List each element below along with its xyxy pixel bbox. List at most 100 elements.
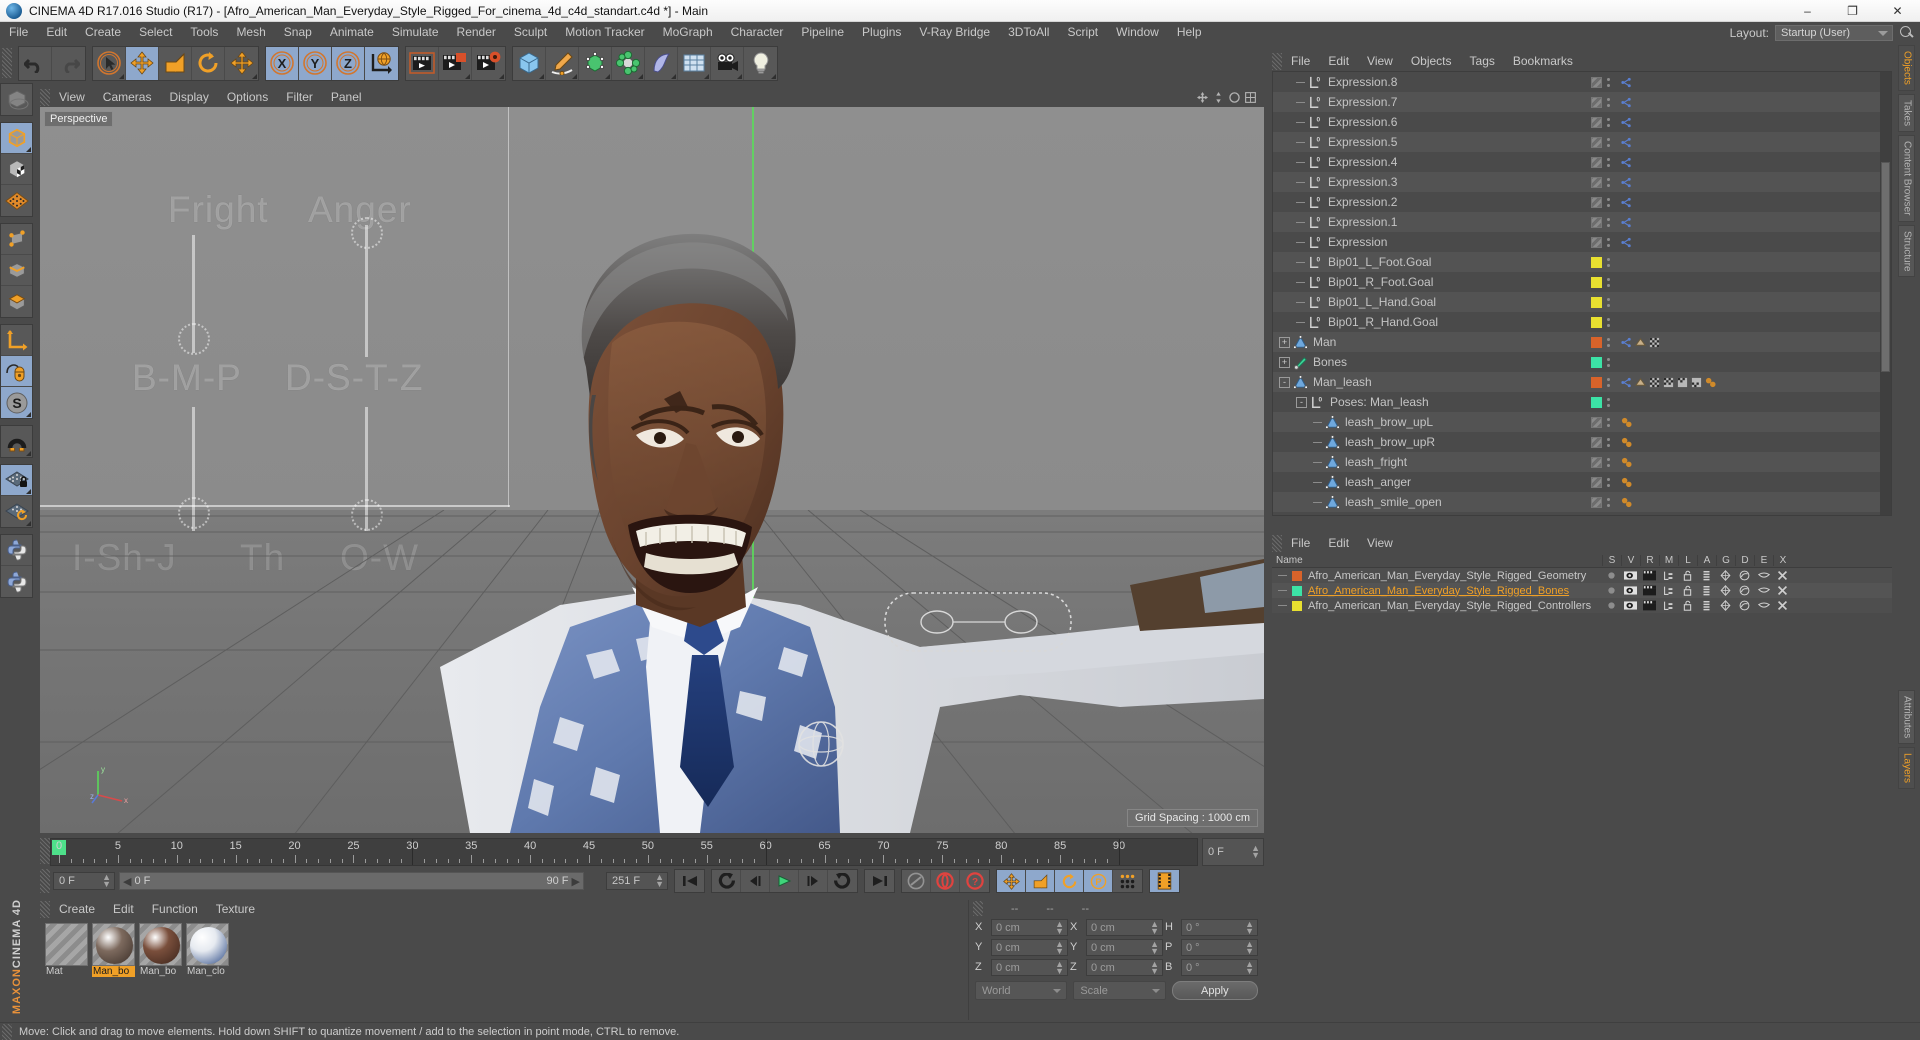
- move-tool-alt-button[interactable]: [225, 46, 258, 80]
- close-button[interactable]: ✕: [1875, 0, 1920, 22]
- timeline-current-frame-field[interactable]: 0 F ▲ ▼: [1202, 838, 1264, 866]
- tree-expand-toggle[interactable]: +: [1279, 336, 1290, 348]
- render-view-button[interactable]: [406, 46, 439, 80]
- visibility-dots-icon[interactable]: [1606, 417, 1610, 427]
- stepper-icon[interactable]: ▲ ▼: [1055, 959, 1064, 975]
- object-menu-bookmarks[interactable]: Bookmarks: [1504, 52, 1582, 71]
- stepper-icon[interactable]: ▲ ▼: [655, 873, 664, 889]
- layer-color-swatch[interactable]: [1591, 396, 1602, 408]
- object-menu-objects[interactable]: Objects: [1402, 52, 1461, 71]
- transport-grip[interactable]: [40, 869, 50, 893]
- object-name[interactable]: Expression.8: [1328, 75, 1397, 89]
- visibility-dots-icon[interactable]: [1606, 457, 1610, 467]
- solo-dot-icon[interactable]: [1602, 585, 1621, 596]
- layer-col-s[interactable]: S: [1602, 554, 1621, 566]
- menu-create[interactable]: Create: [76, 22, 130, 43]
- perspective-viewport[interactable]: Perspective Fright Anger B-M-P D-S-T-Z I…: [40, 107, 1264, 833]
- layer-row[interactable]: Afro_American_Man_Everyday_Style_Rigged_…: [1272, 583, 1892, 598]
- stepper-icon[interactable]: ▲ ▼: [1150, 919, 1159, 935]
- xpresso-tag-icon[interactable]: [1621, 97, 1632, 108]
- coord-size-x-field[interactable]: 0 cm ▲ ▼: [1086, 919, 1163, 936]
- rotate-view-icon[interactable]: [1229, 92, 1240, 103]
- enable-snapping-button[interactable]: [1, 356, 32, 387]
- object-name[interactable]: leash_fright: [1345, 455, 1407, 469]
- object-name[interactable]: leash_anger: [1345, 475, 1411, 489]
- layer-color-swatch[interactable]: [1292, 570, 1302, 581]
- layer-color-swatch[interactable]: [1591, 236, 1602, 248]
- apply-button[interactable]: Apply: [1171, 981, 1258, 1000]
- scrollbar-thumb[interactable]: [1881, 162, 1890, 372]
- menu-render[interactable]: Render: [448, 22, 505, 43]
- object-row[interactable]: 0 Expression.7: [1273, 92, 1891, 112]
- animation-bars-icon[interactable]: [1697, 570, 1716, 581]
- viewport-menu-display[interactable]: Display: [160, 88, 217, 107]
- object-name[interactable]: leash_brow_upL: [1345, 415, 1433, 429]
- layer-col-a[interactable]: A: [1697, 554, 1716, 566]
- visibility-dots-icon[interactable]: [1606, 277, 1610, 287]
- object-row[interactable]: 0 Expression.5: [1273, 132, 1891, 152]
- visibility-dots-icon[interactable]: [1606, 397, 1610, 407]
- layer-color-swatch[interactable]: [1591, 276, 1602, 288]
- layer-color-swatch[interactable]: [1591, 196, 1602, 208]
- visibility-dots-icon[interactable]: [1606, 257, 1610, 267]
- visibility-dots-icon[interactable]: [1606, 217, 1610, 227]
- layer-color-swatch[interactable]: [1591, 296, 1602, 308]
- lock-icon[interactable]: [1678, 600, 1697, 611]
- layer-col-r[interactable]: R: [1640, 554, 1659, 566]
- manager-tree-icon[interactable]: [1659, 585, 1678, 596]
- tab-layers[interactable]: Layers: [1897, 747, 1915, 790]
- camera-button[interactable]: [711, 46, 744, 80]
- object-name[interactable]: Man: [1313, 335, 1336, 349]
- viewport-menu-filter[interactable]: Filter: [277, 88, 322, 107]
- object-name[interactable]: Expression.3: [1328, 175, 1397, 189]
- menu-mesh[interactable]: Mesh: [227, 22, 274, 43]
- object-row[interactable]: 0 Bip01_L_Hand.Goal: [1273, 292, 1891, 312]
- stepper-icon[interactable]: ▲ ▼: [1245, 919, 1254, 935]
- layer-color-swatch[interactable]: [1591, 116, 1602, 128]
- texture-mode-button[interactable]: [1, 154, 32, 185]
- manager-tree-icon[interactable]: [1659, 600, 1678, 611]
- layer-col-v[interactable]: V: [1621, 554, 1640, 566]
- object-name[interactable]: Expression.1: [1328, 215, 1397, 229]
- layer-col-d[interactable]: D: [1735, 554, 1754, 566]
- layer-name[interactable]: Afro_American_Man_Everyday_Style_Rigged_…: [1308, 600, 1608, 612]
- object-name[interactable]: Expression.6: [1328, 115, 1397, 129]
- make-editable-button[interactable]: [1, 84, 32, 115]
- visibility-dots-icon[interactable]: [1606, 437, 1610, 447]
- xpresso-tag-icon[interactable]: [1621, 337, 1632, 348]
- layer-color-swatch[interactable]: [1591, 436, 1602, 448]
- object-row[interactable]: 0 Bip01_L_Foot.Goal: [1273, 252, 1891, 272]
- object-name[interactable]: Bip01_R_Foot.Goal: [1328, 275, 1433, 289]
- xpresso-tag-icon[interactable]: [1621, 177, 1632, 188]
- stepper-icon[interactable]: ▲ ▼: [1245, 959, 1254, 975]
- menu-edit[interactable]: Edit: [37, 22, 76, 43]
- material-thumbnail[interactable]: [186, 923, 229, 966]
- layer-color-swatch[interactable]: [1292, 600, 1302, 611]
- xpresso-tag-icon[interactable]: [1621, 217, 1632, 228]
- soft-selection-button[interactable]: S: [1, 387, 32, 418]
- visibility-dots-icon[interactable]: [1606, 477, 1610, 487]
- layer-color-swatch[interactable]: [1591, 76, 1602, 88]
- animate-rotation-button[interactable]: [1055, 870, 1084, 892]
- visibility-dots-icon[interactable]: [1606, 317, 1610, 327]
- menu-sculpt[interactable]: Sculpt: [505, 22, 556, 43]
- object-name[interactable]: Poses: Man_leash: [1330, 395, 1429, 409]
- texture-tag-icon[interactable]: [1691, 377, 1702, 388]
- pose-tag-icon[interactable]: [1621, 457, 1632, 468]
- animate-scale-button[interactable]: [1026, 870, 1055, 892]
- object-tree-scrollbar[interactable]: [1880, 72, 1891, 515]
- coord-rotation-h-field[interactable]: 0 ° ▲ ▼: [1181, 919, 1258, 936]
- step-forward-button[interactable]: [799, 870, 828, 892]
- viewport-menu-cameras[interactable]: Cameras: [94, 88, 161, 107]
- xpresso-tag-icon[interactable]: [1621, 77, 1632, 88]
- object-tree[interactable]: 0 Expression.8 0 Expression.7 0 Expression.6 0…: [1272, 71, 1892, 516]
- stepper-icon[interactable]: ▲ ▼: [1055, 919, 1064, 935]
- menu-mograph[interactable]: MoGraph: [654, 22, 722, 43]
- tree-expand-toggle[interactable]: -: [1296, 396, 1307, 408]
- menu-animate[interactable]: Animate: [321, 22, 383, 43]
- search-icon[interactable]: [1900, 25, 1914, 40]
- animation-bars-icon[interactable]: [1697, 600, 1716, 611]
- visibility-dots-icon[interactable]: [1606, 97, 1610, 107]
- layer-color-swatch[interactable]: [1591, 376, 1602, 388]
- menu-file[interactable]: File: [0, 22, 37, 43]
